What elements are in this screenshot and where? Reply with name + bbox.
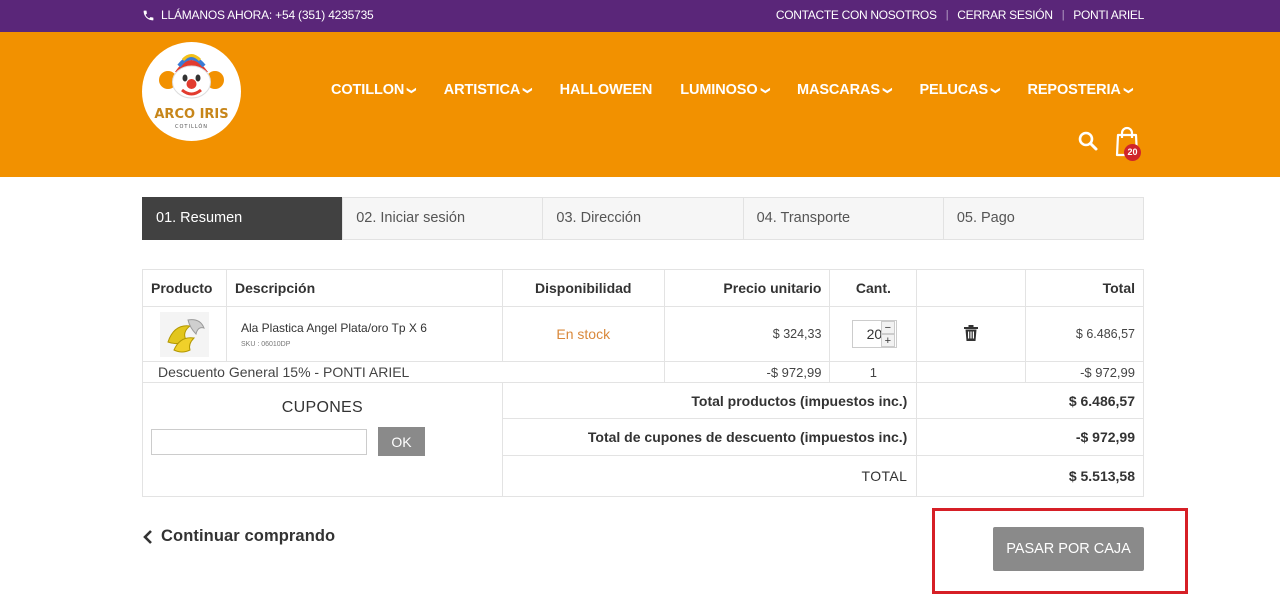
- phone-info: LLÁMANOS AHORA: +54 (351) 4235735: [142, 8, 374, 22]
- chevron-down-icon: ❯: [760, 86, 771, 95]
- chevron-down-icon: ❯: [407, 86, 418, 95]
- header: ARCO IRIS COTILLÓN COTILLON ❯ ARTISTICA ❯ …: [0, 32, 1280, 177]
- nav-label: ARTISTICA: [443, 82, 521, 98]
- unit-price: $ 324,33: [663, 306, 831, 362]
- chevron-down-icon: ❯: [991, 86, 1002, 95]
- availability-status: En stock: [501, 306, 665, 362]
- apply-coupon-button[interactable]: OK: [378, 427, 425, 456]
- decrease-qty-button[interactable]: −: [880, 321, 895, 334]
- step-shipping[interactable]: 04. Transporte: [742, 197, 944, 240]
- header-unit-price: Precio unitario: [663, 269, 831, 307]
- main-nav: COTILLON ❯ ARTISTICA ❯ HALLOWEEN LUMINOSO ❯…: [331, 82, 1160, 98]
- products-total-value: $ 6.486,57: [916, 382, 1144, 419]
- chevron-down-icon: ❯: [883, 86, 894, 95]
- chevron-left-icon: [143, 529, 152, 544]
- table-header-row: Producto Descripción Disponibilidad Prec…: [142, 269, 1144, 307]
- discount-qty: 1: [829, 361, 918, 383]
- nav-item-cotillon[interactable]: COTILLON ❯: [331, 82, 418, 98]
- contact-link[interactable]: CONTACTE CON NOSOTROS: [776, 8, 937, 22]
- product-name[interactable]: Ala Plastica Angel Plata/oro Tp X 6: [227, 321, 502, 335]
- coupons-panel: CUPONES OK: [142, 382, 503, 497]
- discount-unit-price: -$ 972,99: [663, 361, 831, 383]
- divider: |: [945, 9, 949, 21]
- quantity-stepper: − +: [830, 320, 916, 348]
- step-summary[interactable]: 01. Resumen: [142, 197, 344, 240]
- checkout-steps: 01. Resumen 02. Iniciar sesión 03. Direc…: [142, 197, 1145, 240]
- clown-logo-icon: ARCO IRIS COTILLÓN: [154, 54, 229, 130]
- nav-item-halloween[interactable]: HALLOWEEN: [560, 82, 653, 98]
- discount-row: Descuento General 15% - PONTI ARIEL -$ 9…: [142, 361, 1144, 383]
- divider: |: [1061, 9, 1065, 21]
- header-description: Descripción: [225, 269, 503, 307]
- coupons-total-label: Total de cupones de descuento (impuestos…: [501, 418, 918, 456]
- product-description-cell: Ala Plastica Angel Plata/oro Tp X 6 SKU …: [225, 306, 503, 362]
- continue-shopping-link[interactable]: Continuar comprando: [143, 527, 335, 546]
- header-total: Total: [1025, 269, 1144, 307]
- nav-label: REPOSTERIA: [1027, 82, 1121, 98]
- continue-shopping-label: Continuar comprando: [161, 527, 336, 545]
- chevron-down-icon: ❯: [523, 86, 534, 95]
- delete-cell: [916, 306, 1027, 362]
- nav-label: LUMINOSO: [680, 82, 758, 98]
- nav-label: MASCARAS: [797, 82, 880, 98]
- nav-label: COTILLON: [331, 82, 405, 98]
- header-qty: Cant.: [829, 269, 918, 307]
- nav-item-reposteria[interactable]: REPOSTERIA ❯: [1027, 82, 1134, 98]
- nav-item-artistica[interactable]: ARTISTICA ❯: [443, 82, 534, 98]
- cart-count-badge: 20: [1124, 144, 1141, 161]
- increase-qty-button[interactable]: +: [880, 334, 895, 347]
- store-logo[interactable]: ARCO IRIS COTILLÓN: [142, 42, 241, 141]
- logout-link[interactable]: CERRAR SESIÓN: [957, 8, 1053, 22]
- search-icon: [1078, 131, 1098, 151]
- coupons-total-value: -$ 972,99: [916, 418, 1144, 456]
- chevron-down-icon: ❯: [1123, 86, 1134, 95]
- product-image[interactable]: [159, 311, 209, 357]
- svg-text:ARCO IRIS: ARCO IRIS: [154, 107, 228, 122]
- step-login[interactable]: 02. Iniciar sesión: [342, 197, 544, 240]
- top-bar: LLÁMANOS AHORA: +54 (351) 4235735 CONTAC…: [0, 0, 1280, 32]
- account-link[interactable]: PONTI ARIEL: [1073, 8, 1144, 22]
- discount-total: -$ 972,99: [1025, 361, 1144, 383]
- products-total-label: Total productos (impuestos inc.): [501, 382, 918, 419]
- product-sku: SKU : 06010DP: [240, 340, 291, 348]
- grand-total-value: $ 5.513,58: [916, 455, 1144, 497]
- nav-label: HALLOWEEN: [559, 82, 653, 98]
- phone-label: LLÁMANOS AHORA: +54 (351) 4235735: [161, 8, 374, 22]
- grand-total-label: TOTAL: [501, 455, 918, 497]
- coupon-input[interactable]: [151, 428, 367, 455]
- step-address[interactable]: 03. Dirección: [542, 197, 744, 240]
- nav-item-luminoso[interactable]: LUMINOSO ❯: [680, 82, 771, 98]
- step-payment[interactable]: 05. Pago: [942, 197, 1145, 240]
- header-availability: Disponibilidad: [501, 269, 665, 307]
- quantity-buttons: − +: [880, 321, 895, 347]
- summary-row-products: CUPONES OK Total productos (impuestos in…: [142, 382, 1144, 497]
- coupons-title: CUPONES: [281, 399, 364, 416]
- discount-empty: [916, 361, 1027, 383]
- discount-label: Descuento General 15% - PONTI ARIEL: [142, 361, 665, 383]
- cart-table: Producto Descripción Disponibilidad Prec…: [142, 269, 1144, 497]
- product-image-cell: [142, 306, 227, 362]
- table-row: Ala Plastica Angel Plata/oro Tp X 6 SKU …: [142, 306, 1144, 362]
- nav-item-pelucas[interactable]: PELUCAS ❯: [919, 82, 1002, 98]
- coupon-form: OK: [151, 427, 494, 456]
- header-actions: [916, 269, 1027, 307]
- line-total: $ 6.486,57: [1025, 306, 1144, 362]
- trash-icon[interactable]: [964, 324, 979, 341]
- top-links: CONTACTE CON NOSOTROS | CERRAR SESIÓN | …: [776, 8, 1144, 22]
- header-product: Producto: [142, 269, 227, 307]
- checkout-button[interactable]: PASAR POR CAJA: [993, 527, 1144, 571]
- nav-item-mascaras[interactable]: MASCARAS ❯: [797, 82, 894, 98]
- nav-label: PELUCAS: [919, 82, 989, 98]
- search-button[interactable]: [1077, 130, 1099, 152]
- svg-text:COTILLÓN: COTILLÓN: [175, 123, 208, 130]
- quantity-cell: − +: [829, 306, 918, 362]
- phone-icon: [143, 10, 154, 20]
